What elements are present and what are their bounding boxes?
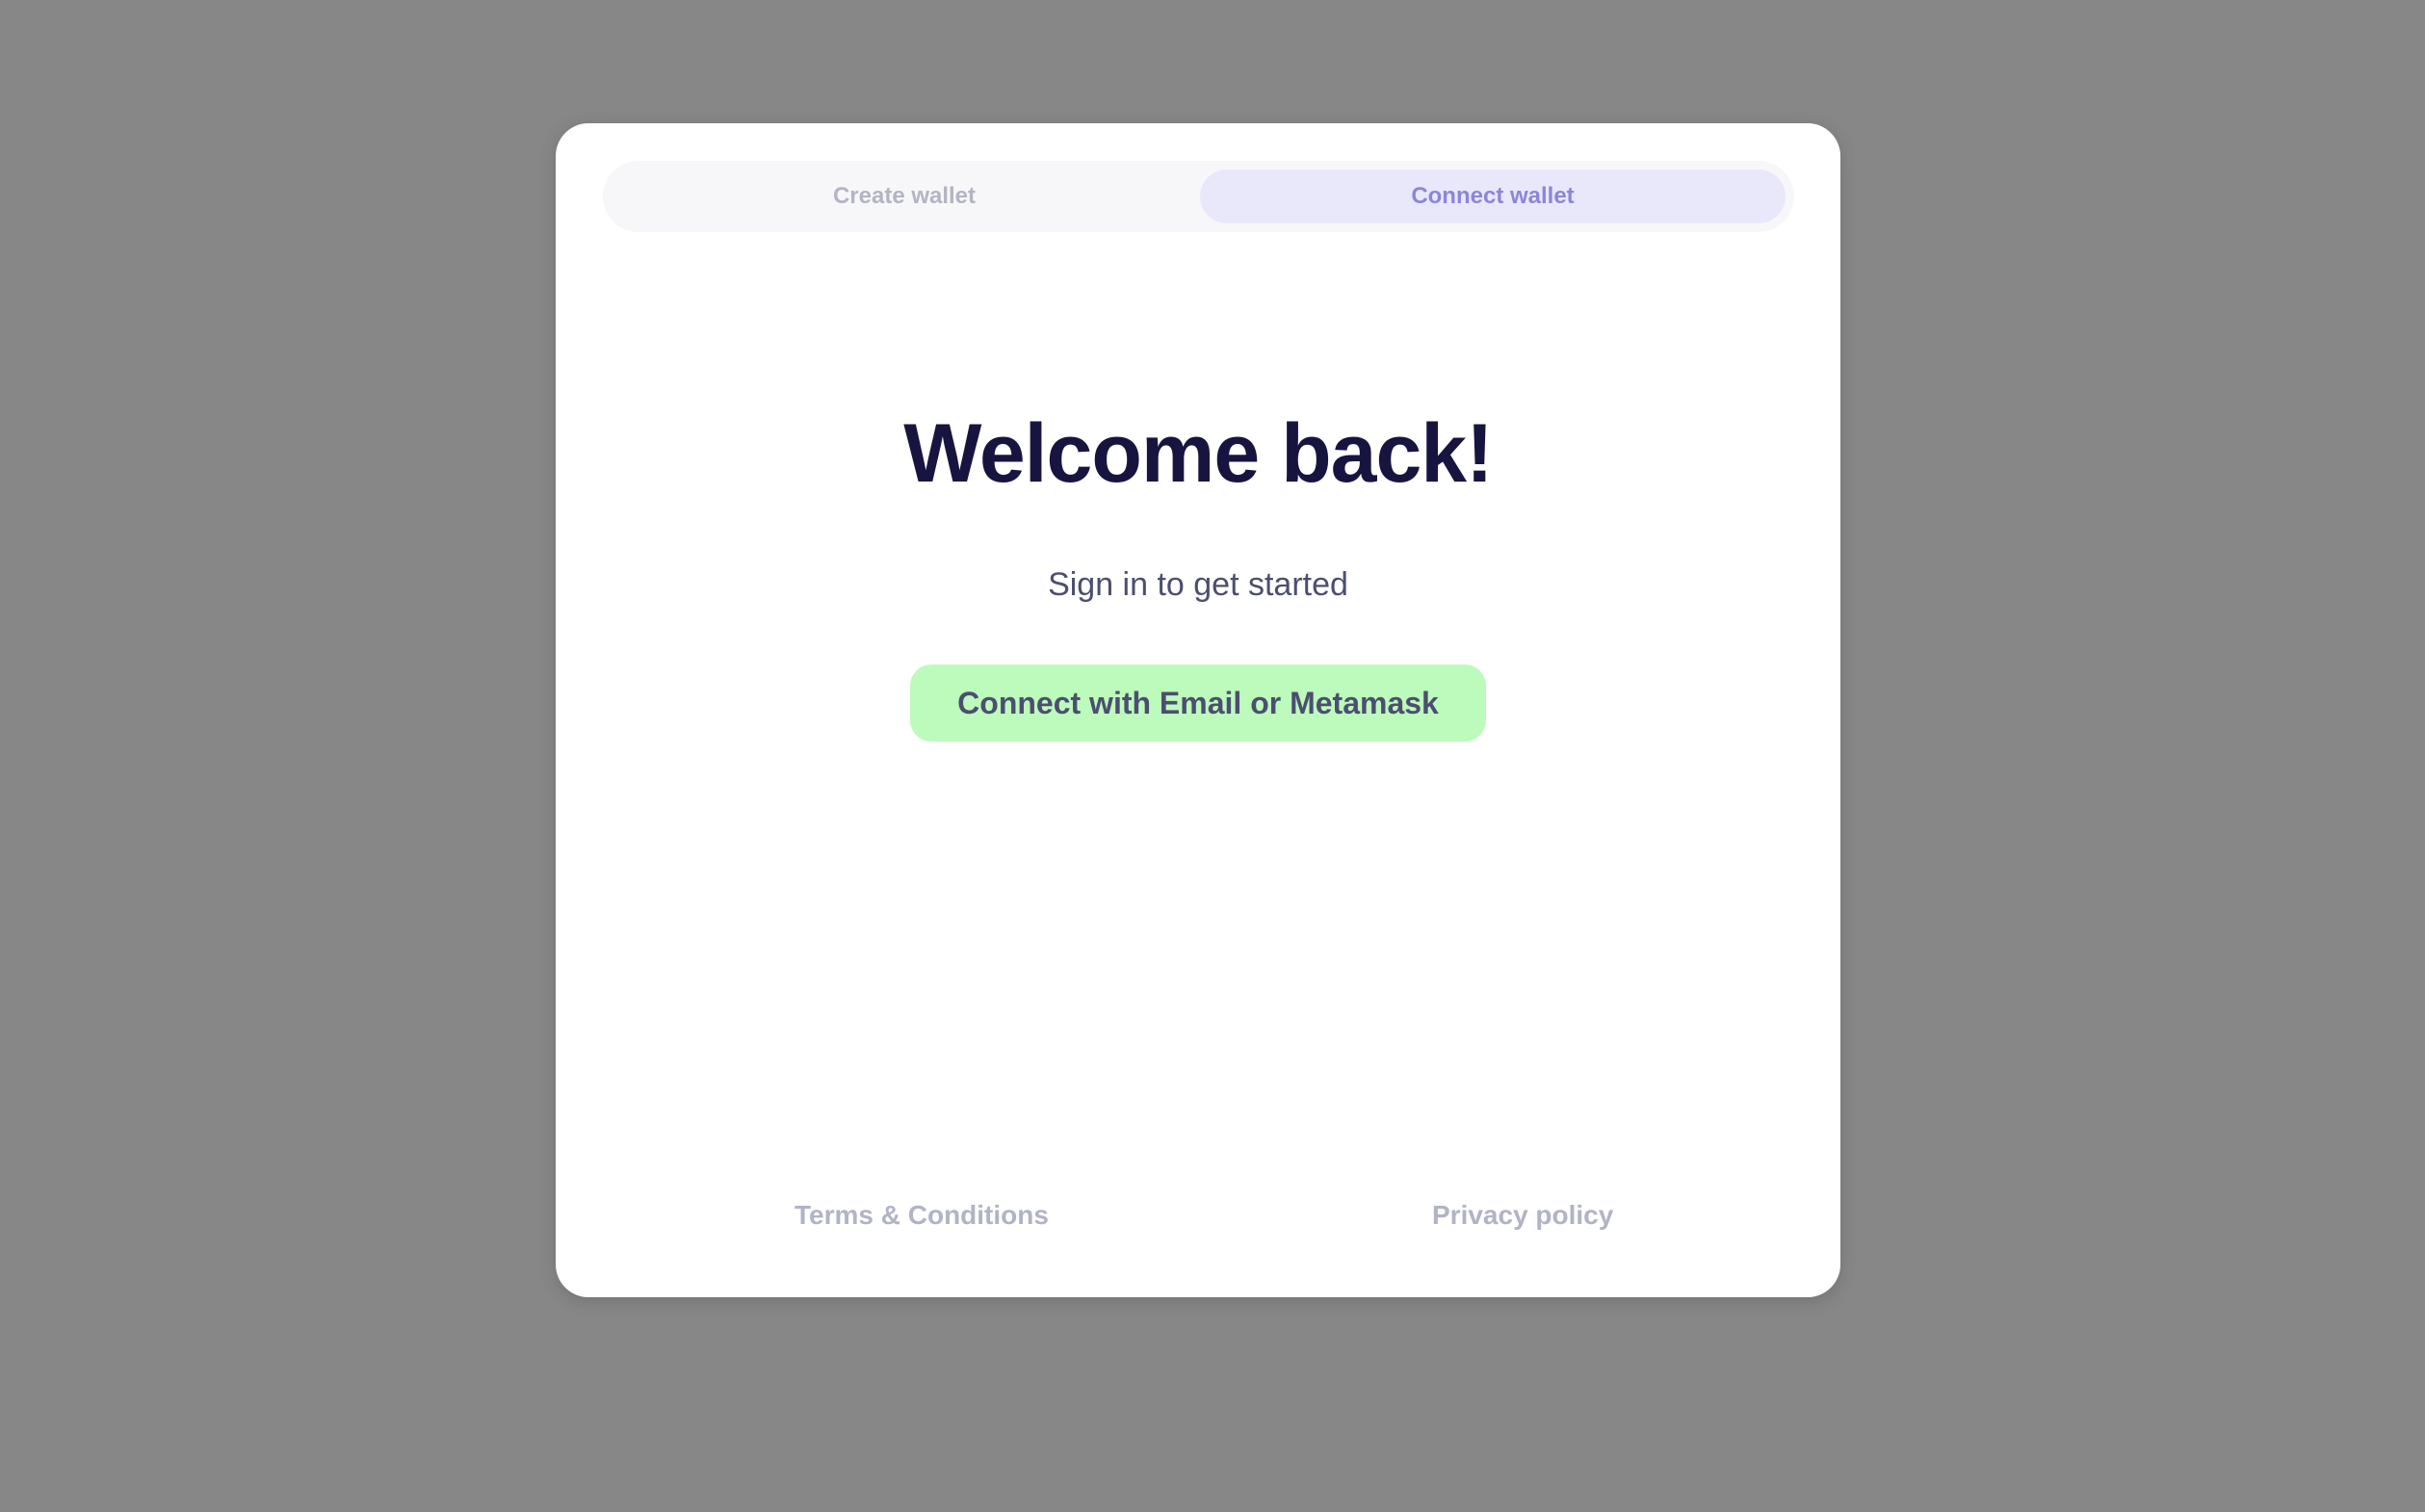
wallet-tabs: Create wallet Connect wallet [603, 161, 1794, 232]
privacy-policy-link[interactable]: Privacy policy [1432, 1202, 1613, 1229]
wallet-modal: Create wallet Connect wallet Welcome bac… [556, 123, 1840, 1297]
terms-link[interactable]: Terms & Conditions [795, 1202, 1049, 1229]
tab-create-wallet[interactable]: Create wallet [612, 169, 1197, 223]
page-subtitle: Sign in to get started [1048, 566, 1348, 603]
page-title: Welcome back! [903, 407, 1494, 500]
tab-connect-wallet[interactable]: Connect wallet [1200, 169, 1786, 223]
connect-email-metamask-button[interactable]: Connect with Email or Metamask [910, 665, 1486, 742]
